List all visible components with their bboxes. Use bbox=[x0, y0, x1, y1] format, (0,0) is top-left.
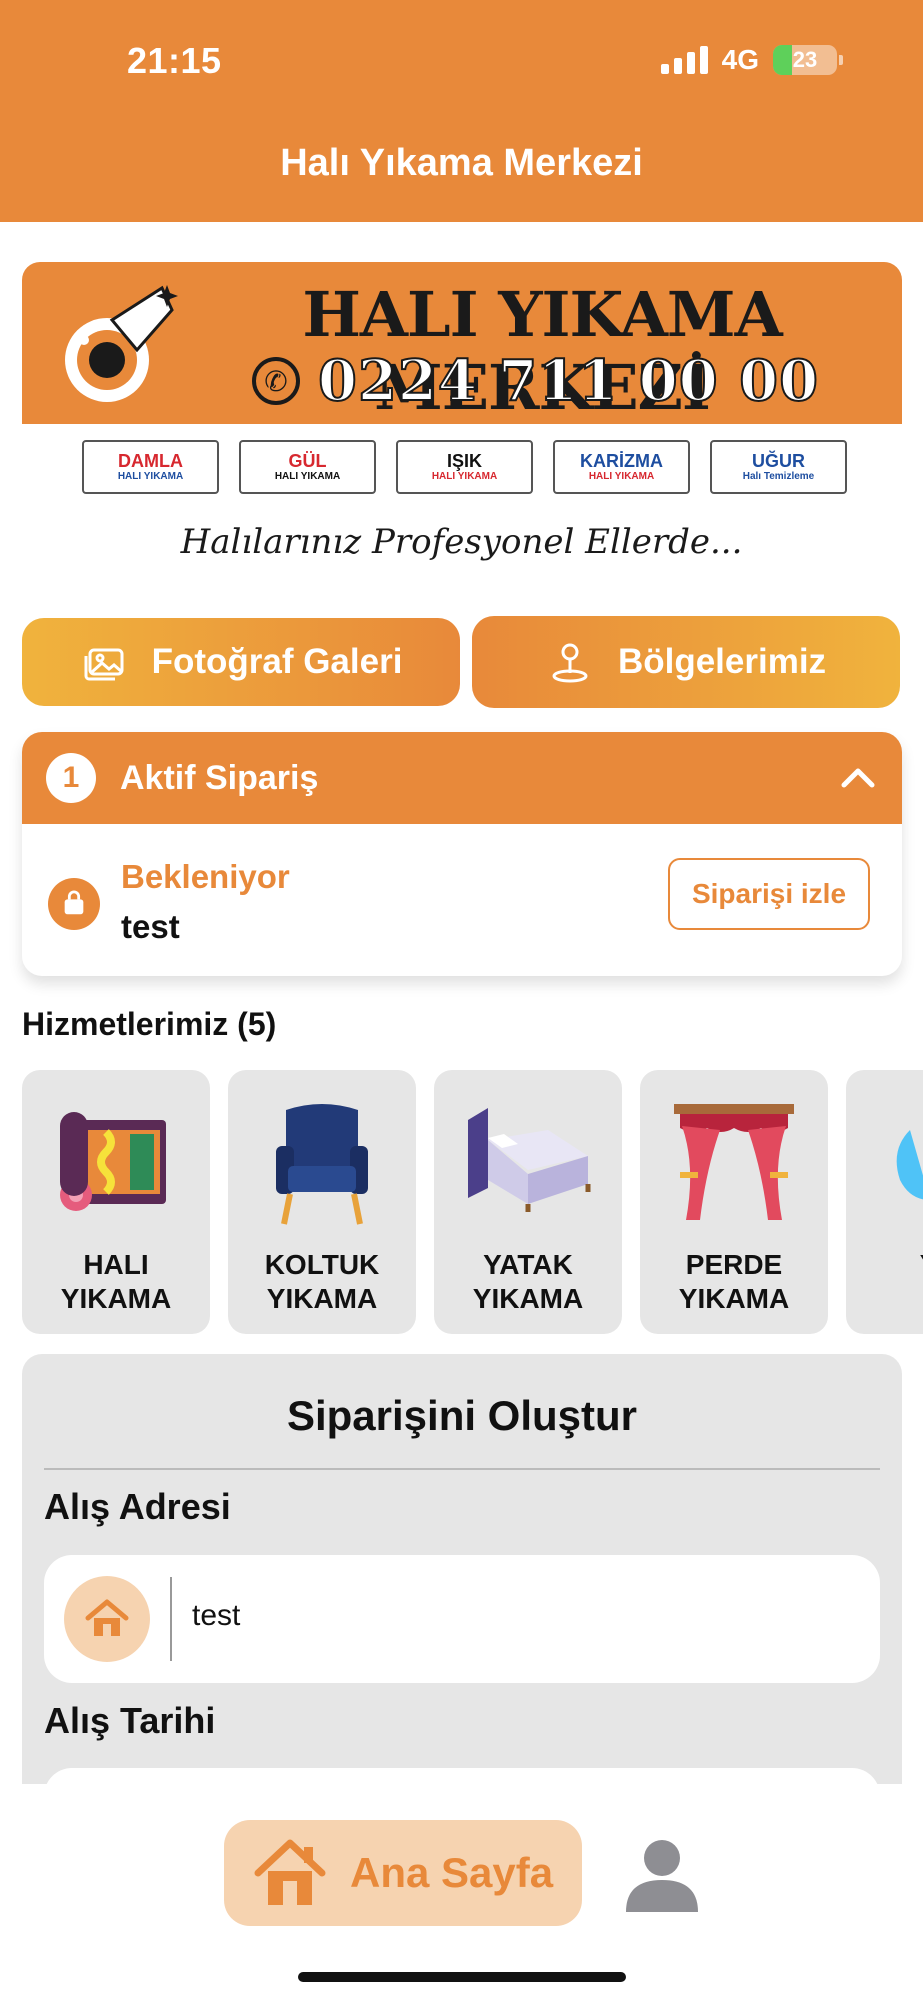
service-label: YO Y bbox=[846, 1248, 923, 1316]
service-label: PERDE YIKAMA bbox=[678, 1249, 790, 1314]
banner-phone: 0224 711 00 00 bbox=[317, 347, 820, 415]
brand-sub: Halı Temizleme bbox=[742, 471, 815, 482]
banner-tagline: Halılarınız Profesyonel Ellerde... bbox=[180, 522, 743, 562]
armchair-icon bbox=[276, 1104, 368, 1225]
brand-logo-ugur: UĞUR Halı Temizleme bbox=[710, 440, 847, 494]
active-order-count: 1 bbox=[46, 753, 96, 803]
brand-logo-karizma: KARİZMA HALI YIKAMA bbox=[553, 440, 690, 494]
order-status: Bekleniyor bbox=[121, 858, 290, 895]
service-card-carpet[interactable]: HALI YIKAMA bbox=[22, 1070, 210, 1334]
user-icon[interactable] bbox=[622, 1834, 702, 1914]
form-divider bbox=[44, 1468, 880, 1470]
services-title: Hizmetlerimiz (5) bbox=[22, 1006, 277, 1042]
app-header: 21:15 4G 23 Halı Yıkama Merkezi bbox=[0, 0, 923, 222]
service-label: KOLTUK YIKAMA bbox=[264, 1249, 380, 1314]
active-order-card: 1 Aktif Sipariş Bekleniyor test Siparişi… bbox=[22, 732, 902, 976]
pickup-address-label: Alış Adresi bbox=[44, 1486, 231, 1527]
form-title: Siparişini Oluştur bbox=[286, 1392, 638, 1439]
service-card-bed[interactable]: YATAK YIKAMA bbox=[434, 1070, 622, 1334]
photo-gallery-label: Fotoğraf Galeri bbox=[151, 642, 403, 681]
banner-phone-row: ✆ 0224 711 00 00 bbox=[252, 347, 820, 415]
nav-home-label: Ana Sayfa bbox=[350, 1849, 554, 1896]
blanket-icon bbox=[896, 1130, 923, 1200]
brand-name: KARİZMA bbox=[580, 451, 663, 471]
phone-icon: ✆ bbox=[252, 357, 300, 405]
status-indicators: 4G 23 bbox=[660, 44, 843, 76]
shopping-bag-icon bbox=[48, 878, 100, 930]
brand-logo-damla: DAMLA HALI YIKAMA bbox=[82, 440, 219, 494]
home-icon bbox=[254, 1839, 326, 1905]
pickup-date-field[interactable] bbox=[44, 1768, 880, 1784]
hero-banner: HALI YIKAMA MERKEZİ ✆ 0224 711 00 00 bbox=[22, 262, 902, 424]
service-label: YATAK YIKAMA bbox=[472, 1249, 584, 1314]
service-card-curtain[interactable]: PERDE YIKAMA bbox=[640, 1070, 828, 1334]
pickup-date-label: Alış Tarihi bbox=[44, 1700, 216, 1741]
battery-level: 23 bbox=[792, 47, 818, 72]
brand-name: IŞIK bbox=[446, 451, 482, 471]
service-label: HALI YIKAMA bbox=[60, 1249, 172, 1314]
active-order-title: Aktif Sipariş bbox=[120, 758, 319, 797]
network-type: 4G bbox=[721, 44, 759, 75]
brand-logo-gul: GÜL HALI YIKAMA bbox=[239, 440, 376, 494]
carpet-icon bbox=[60, 1112, 166, 1211]
brand-name: DAMLA bbox=[118, 451, 183, 471]
brand-name: UĞUR bbox=[752, 451, 805, 471]
brand-sub: HALI YIKAMA bbox=[431, 471, 498, 482]
service-card-armchair[interactable]: KOLTUK YIKAMA bbox=[228, 1070, 416, 1334]
service-card-blanket[interactable]: YO Y bbox=[846, 1070, 923, 1334]
home-icon bbox=[64, 1576, 150, 1662]
brand-logo-isik: IŞIK HALI YIKAMA bbox=[396, 440, 533, 494]
page-title: Halı Yıkama Merkezi bbox=[280, 142, 643, 184]
curtain-icon bbox=[674, 1104, 794, 1220]
signal-icon bbox=[660, 46, 708, 74]
services-carousel[interactable]: HALI YIKAMA KOLTUK YIKAMA YATAK YIKAMA P… bbox=[22, 1070, 923, 1334]
brand-sub: HALI YIKAMA bbox=[117, 471, 184, 482]
order-name: test bbox=[121, 908, 180, 945]
gallery-icon bbox=[84, 648, 124, 681]
brand-logos: DAMLA HALI YIKAMA GÜL HALI YIKAMA IŞIK H… bbox=[82, 440, 847, 494]
active-order-header[interactable]: 1 Aktif Sipariş bbox=[22, 732, 902, 824]
battery-icon: 23 bbox=[773, 45, 837, 75]
field-separator bbox=[170, 1577, 172, 1661]
brand-name: GÜL bbox=[288, 451, 327, 471]
carpet-roll-logo-icon bbox=[65, 285, 178, 402]
regions-label: Bölgelerimiz bbox=[617, 642, 827, 681]
brand-sub: HALI YIKAMA bbox=[274, 471, 341, 482]
pickup-address-field[interactable]: test bbox=[44, 1555, 880, 1683]
chevron-up-icon[interactable] bbox=[838, 758, 878, 798]
track-order-button[interactable]: Siparişi izle bbox=[668, 858, 870, 930]
nav-home-tab[interactable]: Ana Sayfa bbox=[224, 1820, 582, 1926]
bed-icon bbox=[468, 1108, 591, 1212]
pickup-address-value: test bbox=[192, 1599, 241, 1632]
location-pin-icon bbox=[552, 643, 588, 683]
bottom-navigation: Ana Sayfa bbox=[0, 1784, 923, 2000]
photo-gallery-button[interactable]: Fotoğraf Galeri bbox=[22, 618, 460, 706]
brand-sub: HALI YIKAMA bbox=[588, 471, 655, 482]
regions-button[interactable]: Bölgelerimiz bbox=[472, 616, 900, 708]
create-order-form: Siparişini Oluştur Alış Adresi test Alış… bbox=[22, 1354, 902, 1784]
status-time: 21:15 bbox=[127, 40, 222, 81]
home-indicator bbox=[298, 1972, 626, 1982]
active-order-body: Bekleniyor test Siparişi izle bbox=[22, 824, 902, 976]
